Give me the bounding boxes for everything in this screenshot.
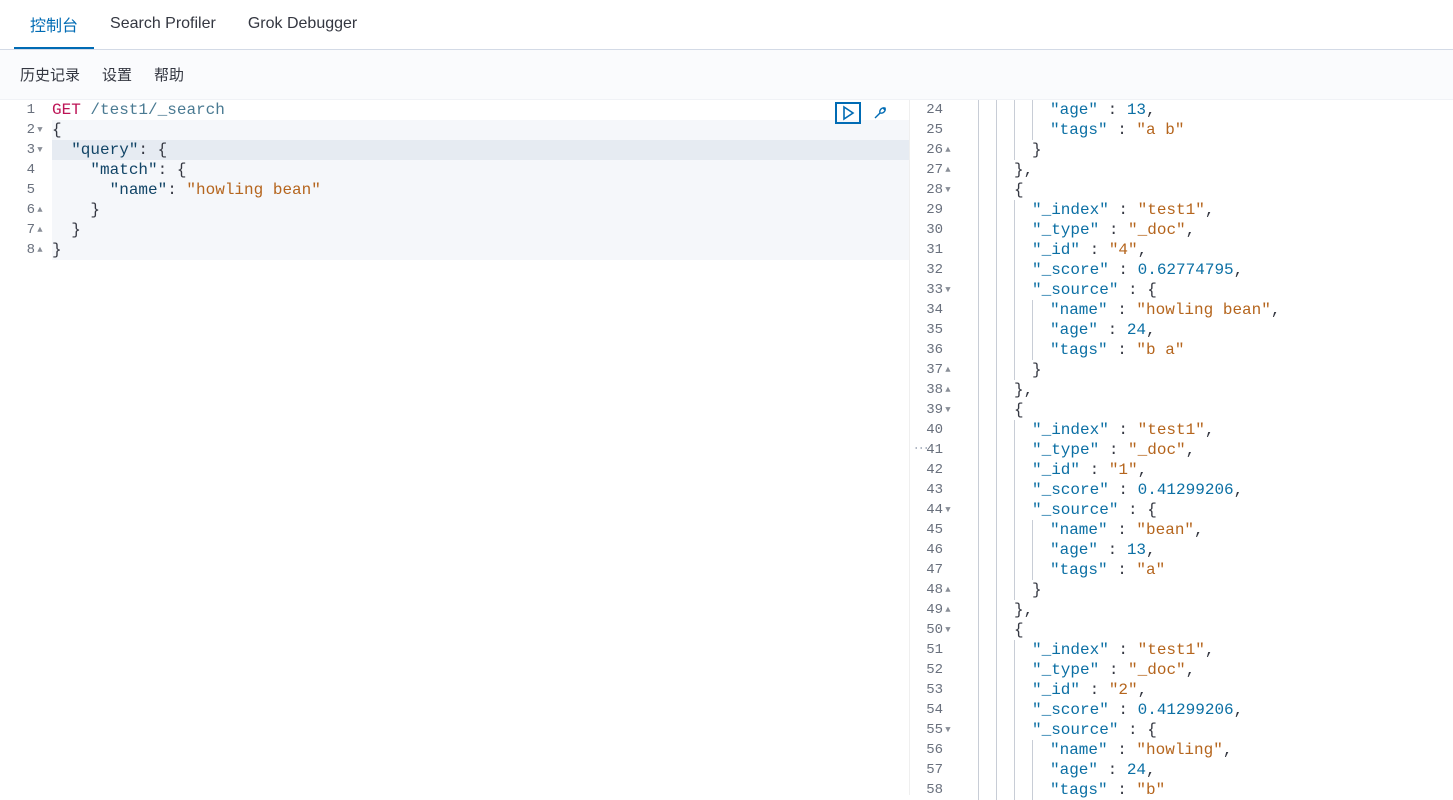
code-line[interactable]: "_id" : "4", (960, 240, 1453, 260)
code-line[interactable]: "_score" : 0.41299206, (960, 700, 1453, 720)
line-number: 6▲ (0, 200, 44, 220)
code-line[interactable]: }, (960, 160, 1453, 180)
code-line[interactable]: "tags" : "a b" (960, 120, 1453, 140)
code-line[interactable]: } (52, 220, 909, 240)
code-line[interactable]: "_score" : 0.62774795, (960, 260, 1453, 280)
code-line[interactable]: GET /test1/_search (52, 100, 909, 120)
response-viewer[interactable]: 24 25 26▲27▲28▼29 30 31 32 33▼34 35 36 3… (910, 100, 1453, 800)
code-line[interactable]: "_source" : { (960, 500, 1453, 520)
code-line[interactable]: { (52, 120, 909, 140)
run-request-button[interactable] (835, 102, 861, 124)
code-line[interactable]: } (960, 360, 1453, 380)
code-line[interactable]: } (960, 140, 1453, 160)
code-line[interactable]: "_id" : "2", (960, 680, 1453, 700)
request-editor[interactable]: 1 2▼3▼4 5 6▲7▲8▲ GET /test1/_search{ "que… (0, 100, 909, 260)
line-number: 2▼ (0, 120, 44, 140)
tab-grok-debugger[interactable]: Grok Debugger (232, 0, 373, 49)
code-line[interactable]: "name" : "bean", (960, 520, 1453, 540)
code-line[interactable]: "name" : "howling", (960, 740, 1453, 760)
code-line[interactable]: "_id" : "1", (960, 460, 1453, 480)
code-line[interactable]: "name" : "howling bean", (960, 300, 1453, 320)
line-number: 5 (0, 180, 44, 200)
code-line[interactable]: "_index" : "test1", (960, 200, 1453, 220)
line-number: 7▲ (0, 220, 44, 240)
request-panel: 1 2▼3▼4 5 6▲7▲8▲ GET /test1/_search{ "que… (0, 100, 910, 795)
sub-nav: 历史记录 设置 帮助 (0, 50, 1453, 100)
code-line[interactable]: "_source" : { (960, 280, 1453, 300)
response-panel: 24 25 26▲27▲28▼29 30 31 32 33▼34 35 36 3… (910, 100, 1453, 795)
code-line[interactable]: "_type" : "_doc", (960, 440, 1453, 460)
code-line[interactable]: "_index" : "test1", (960, 640, 1453, 660)
wrench-button[interactable] (867, 102, 893, 124)
code-line[interactable]: "_source" : { (960, 720, 1453, 740)
code-line[interactable]: "_type" : "_doc", (960, 660, 1453, 680)
code-line[interactable]: "query": { (52, 140, 909, 160)
line-number: 1 (0, 100, 44, 120)
line-number: 3▼ (0, 140, 44, 160)
code-line[interactable]: "_type" : "_doc", (960, 220, 1453, 240)
code-line[interactable]: "_index" : "test1", (960, 420, 1453, 440)
subnav-settings[interactable]: 设置 (102, 64, 132, 85)
code-line[interactable]: { (960, 620, 1453, 640)
code-line[interactable]: "tags" : "a" (960, 560, 1453, 580)
code-line[interactable]: "tags" : "b a" (960, 340, 1453, 360)
code-line[interactable]: "_score" : 0.41299206, (960, 480, 1453, 500)
line-number: 4 (0, 160, 44, 180)
code-line[interactable]: } (960, 580, 1453, 600)
tab-search-profiler[interactable]: Search Profiler (94, 0, 232, 49)
code-line[interactable]: "match": { (52, 160, 909, 180)
code-line[interactable]: }, (960, 380, 1453, 400)
code-line[interactable]: } (52, 200, 909, 220)
wrench-icon (872, 105, 888, 121)
code-line[interactable]: "tags" : "b" (960, 780, 1453, 800)
tab-console[interactable]: 控制台 (14, 0, 94, 49)
code-line[interactable]: "age" : 13, (960, 540, 1453, 560)
code-line[interactable]: { (960, 400, 1453, 420)
drag-dots-icon: ⋮ (914, 441, 930, 454)
code-line[interactable]: } (52, 240, 909, 260)
main-tabs: 控制台 Search Profiler Grok Debugger (0, 0, 1453, 50)
code-line[interactable]: }, (960, 600, 1453, 620)
code-line[interactable]: "name": "howling bean" (52, 180, 909, 200)
split-resize-handle[interactable]: ⋮ (910, 100, 934, 795)
code-line[interactable]: { (960, 180, 1453, 200)
code-line[interactable]: "age" : 24, (960, 760, 1453, 780)
code-line[interactable]: "age" : 13, (960, 100, 1453, 120)
line-number: 8▲ (0, 240, 44, 260)
play-icon (840, 105, 856, 121)
subnav-help[interactable]: 帮助 (154, 64, 184, 85)
subnav-history[interactable]: 历史记录 (20, 64, 80, 85)
code-line[interactable]: "age" : 24, (960, 320, 1453, 340)
